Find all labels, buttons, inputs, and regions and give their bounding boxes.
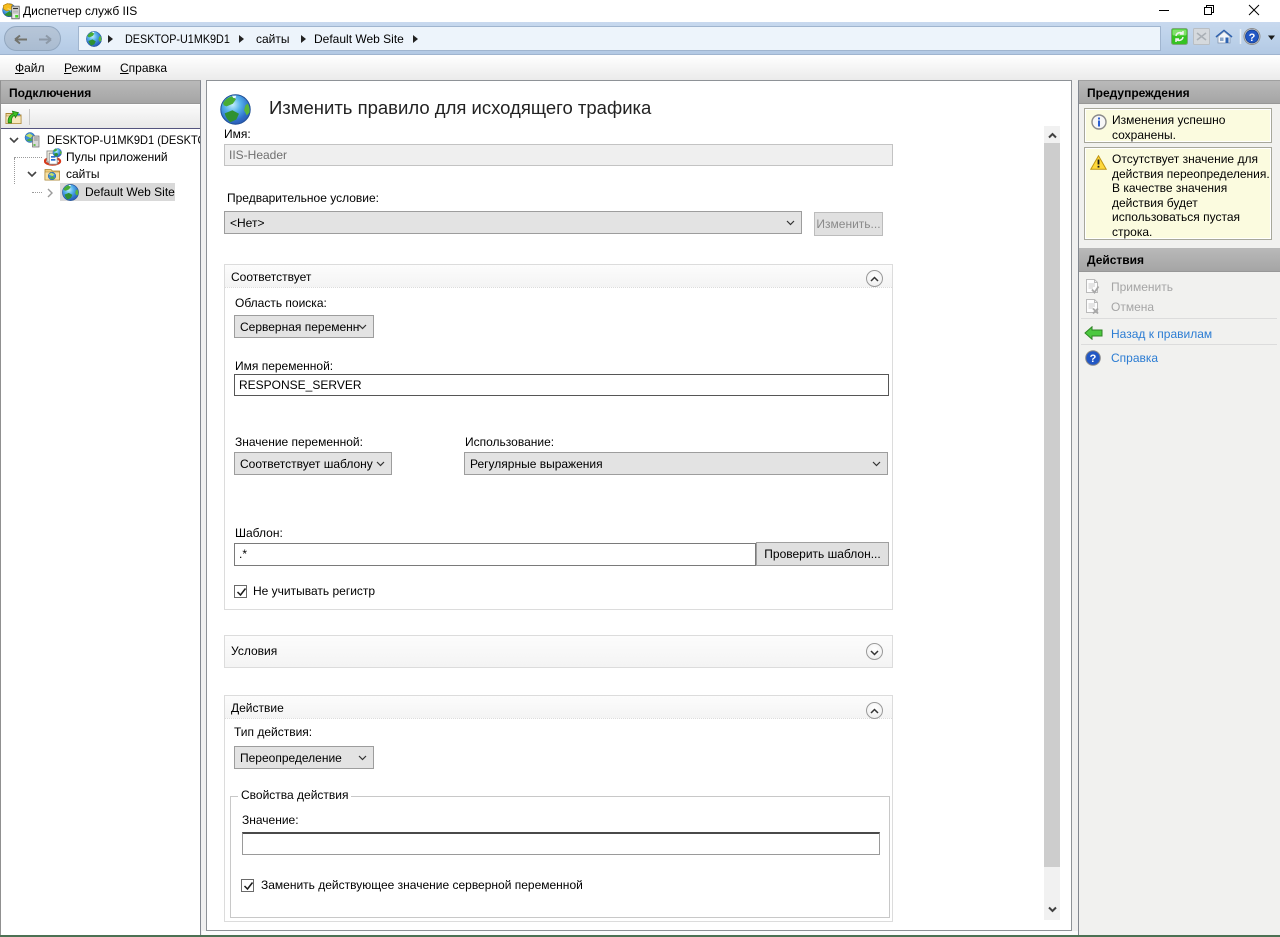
svg-text:?: ? (1249, 32, 1256, 44)
svg-text:?: ? (1090, 353, 1097, 365)
